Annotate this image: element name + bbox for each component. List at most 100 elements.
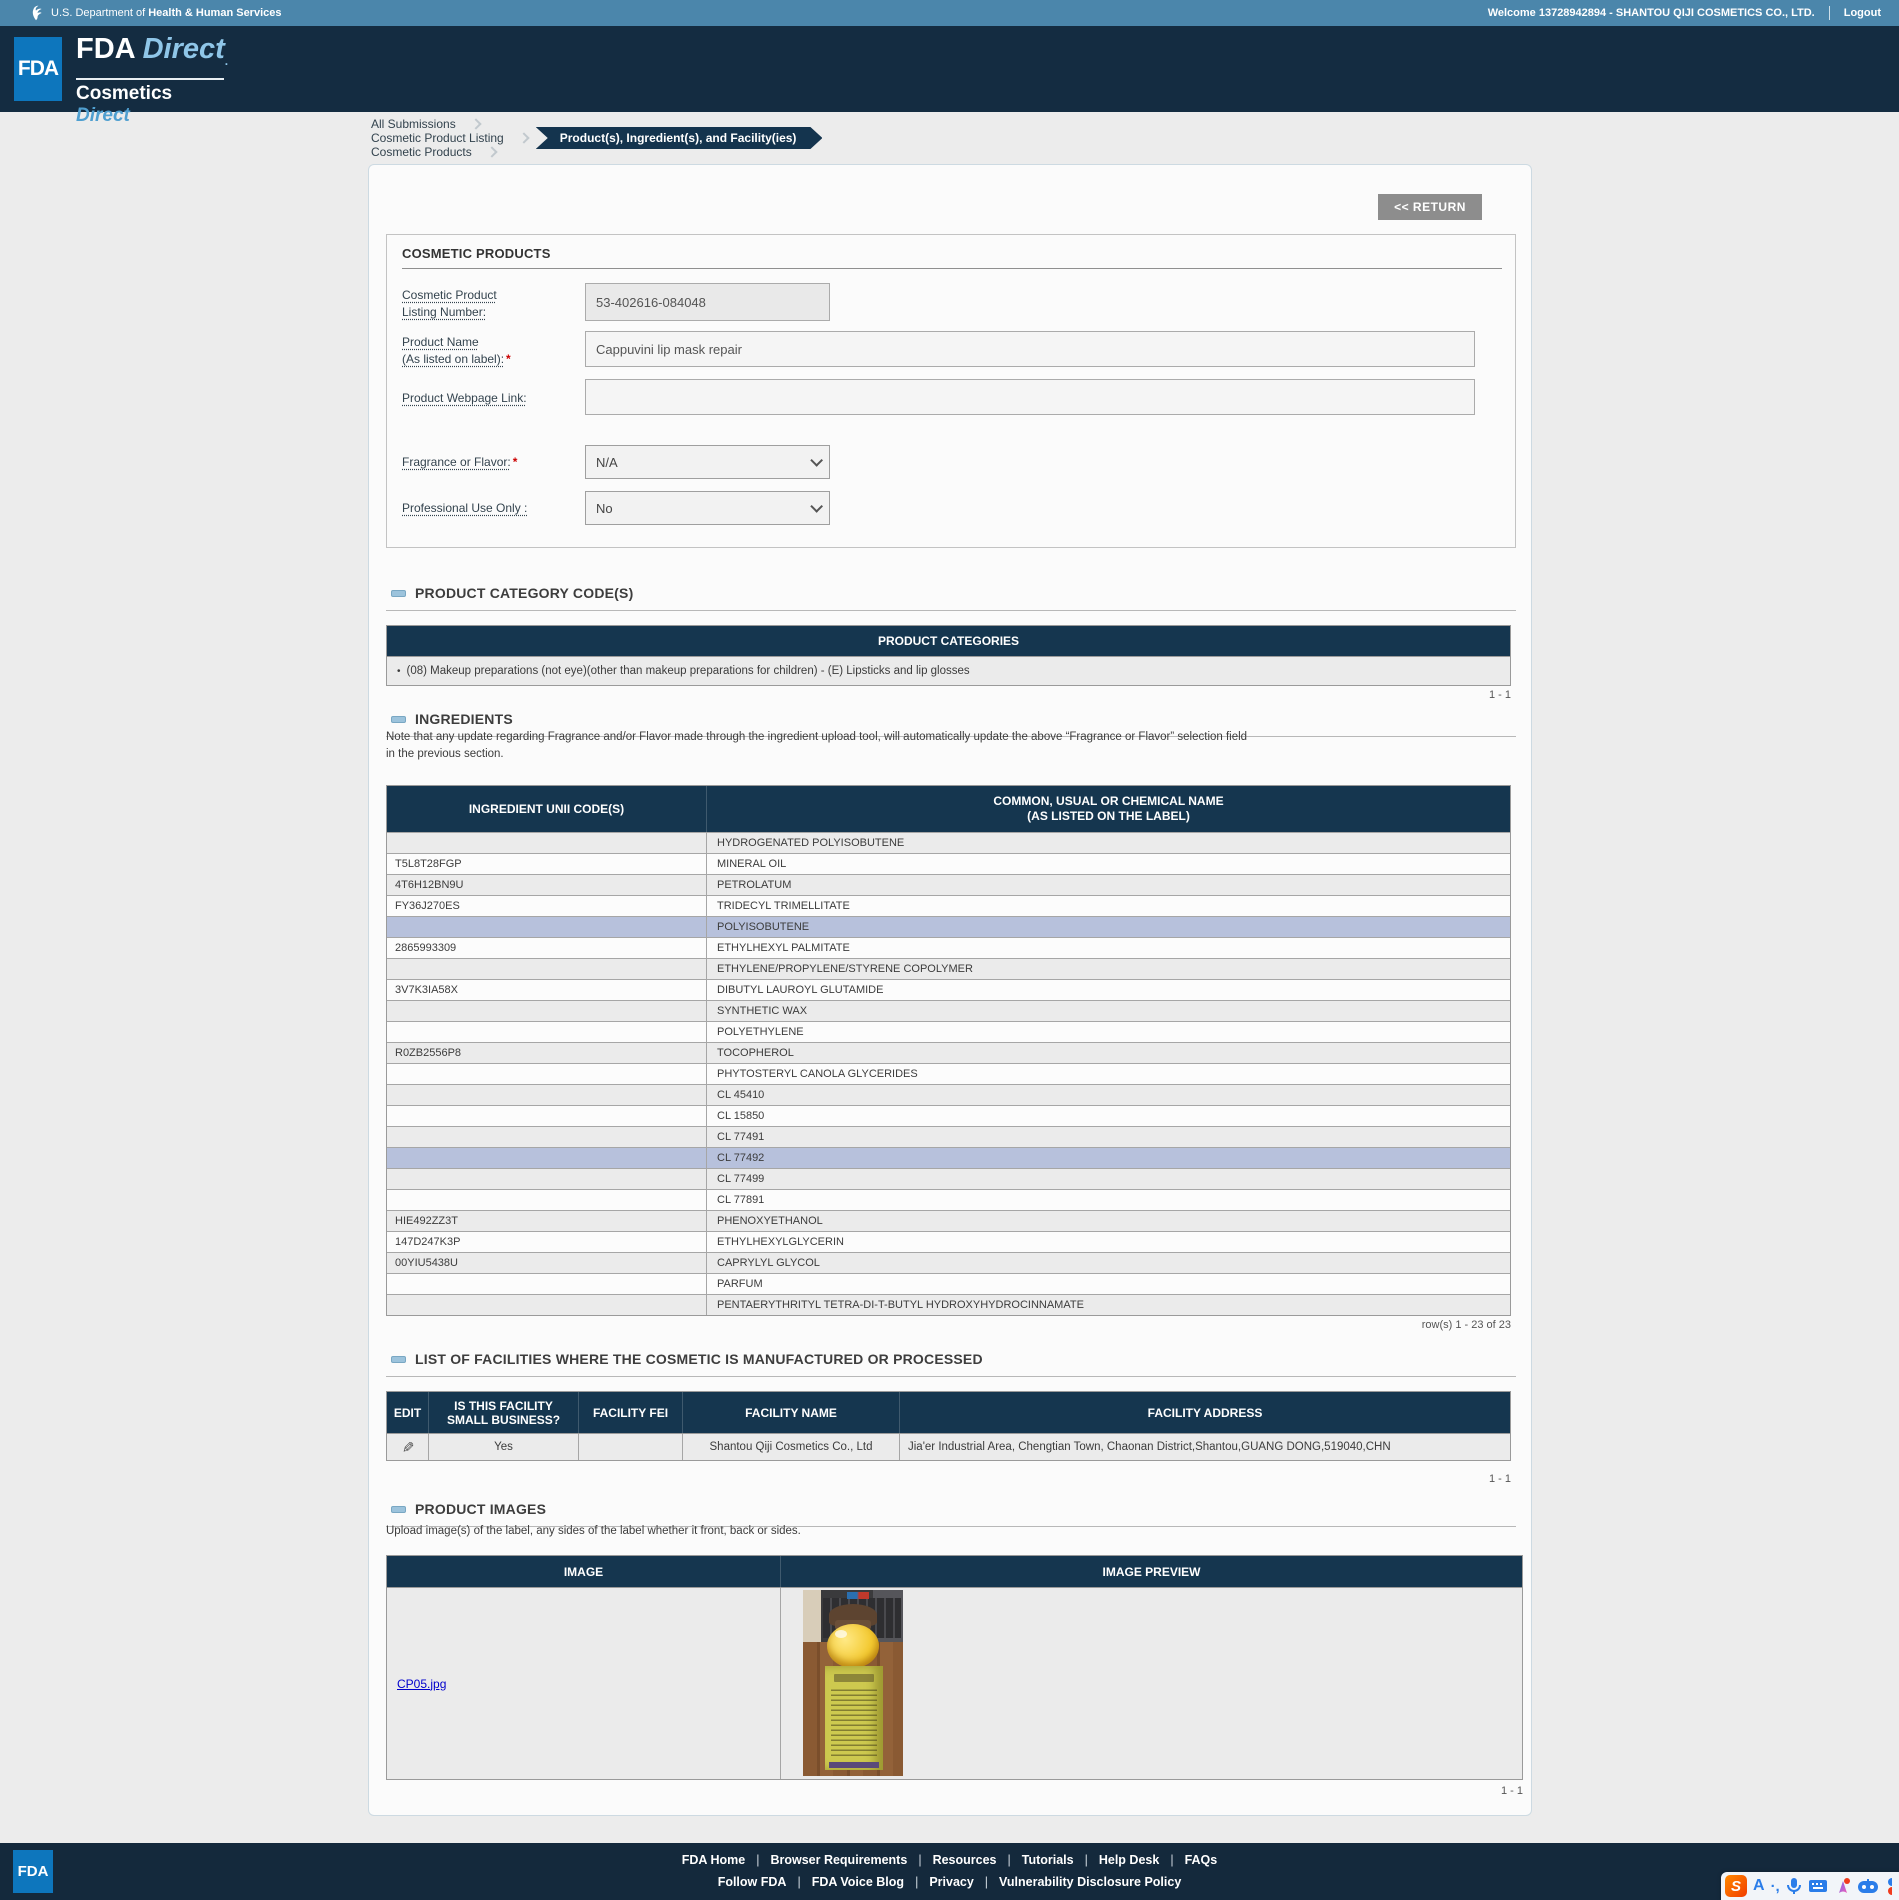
sogou-logo-icon[interactable]: S [1725, 1875, 1747, 1897]
ingredient-row[interactable]: PENTAERYTHRITYL TETRA-DI-T-BUTYL HYDROXY… [387, 1294, 1510, 1315]
facility-row: ✎ Yes Shantou Qiji Cosmetics Co., Ltd Ji… [387, 1433, 1510, 1460]
ingredient-row[interactable]: 147D247K3P ETHYLHEXYLGLYCERIN [387, 1231, 1510, 1252]
collapse-minus-icon[interactable] [391, 716, 406, 723]
ingredient-name: TOCOPHEROL [707, 1043, 1510, 1063]
column-header-facility-address: FACILITY ADDRESS [900, 1392, 1510, 1433]
ingredients-rows: HYDROGENATED POLYISOBUTENE T5L8T28FGP MI… [387, 832, 1510, 1315]
ingredient-row[interactable]: HYDROGENATED POLYISOBUTENE [387, 832, 1510, 853]
more-tools-icon[interactable] [1884, 1877, 1892, 1895]
game-controller-icon[interactable] [1858, 1879, 1878, 1894]
logout-button[interactable]: Logout [1844, 7, 1881, 19]
ingredient-name: ETHYLENE/PROPYLENE/STYRENE COPOLYMER [707, 959, 1510, 979]
hhs-eagle-icon [28, 5, 44, 21]
ingredient-row[interactable]: 4T6H12BN9U PETROLATUM [387, 874, 1510, 895]
ingredient-unii-code [387, 1148, 707, 1168]
ingredient-unii-code [387, 833, 707, 853]
footer-link[interactable]: Vulnerability Disclosure Policy [999, 1875, 1181, 1889]
edit-pencil-icon[interactable]: ✎ [398, 1441, 416, 1454]
product-photo [803, 1590, 903, 1776]
footer-link[interactable]: Tutorials [1022, 1853, 1099, 1867]
footer-link[interactable]: Follow FDA [718, 1875, 812, 1889]
ingredient-unii-code [387, 1022, 707, 1042]
footer-link[interactable]: Privacy [929, 1875, 999, 1889]
section-product-category: PRODUCT CATEGORY CODE(S) [386, 585, 1516, 611]
pagination: 1 - 1 [386, 689, 1511, 701]
chevron-down-icon [810, 500, 823, 513]
app-brand: FDA Direct. Cosmetics Direct [76, 34, 228, 127]
ingredient-row[interactable]: PARFUM [387, 1273, 1510, 1294]
ingredient-unii-code [387, 1064, 707, 1084]
brand-subtitle: Cosmetics [76, 83, 172, 104]
input-mode-icon[interactable]: A [1753, 1877, 1765, 1895]
ingredient-unii-code [387, 1169, 707, 1189]
webpage-link-label: Product Webpage Link: [402, 390, 577, 407]
ingredient-row[interactable]: 3V7K3IA58X DIBUTYL LAUROYL GLUTAMIDE [387, 979, 1510, 1000]
footer-link[interactable]: Browser Requirements [770, 1853, 932, 1867]
ingredient-row[interactable]: CL 45410 [387, 1084, 1510, 1105]
ingredient-unii-code [387, 1295, 707, 1315]
ingredient-row[interactable]: 00YIU5438U CAPRYLYL GLYCOL [387, 1252, 1510, 1273]
ingredient-row[interactable]: R0ZB2556P8 TOCOPHEROL [387, 1042, 1510, 1063]
punctuation-icon[interactable]: ·, [1771, 1878, 1780, 1895]
ingredient-name: PENTAERYTHRITYL TETRA-DI-T-BUTYL HYDROXY… [707, 1295, 1510, 1315]
ingredient-unii-code: HIE492ZZ3T [387, 1211, 707, 1231]
breadcrumb-item[interactable]: Cosmetic Product Listing [371, 131, 504, 145]
return-button[interactable]: << RETURN [1378, 194, 1482, 220]
listing-number-input[interactable] [585, 283, 830, 321]
ingredient-row[interactable]: CL 77891 [387, 1189, 1510, 1210]
ingredient-name: ETHYLHEXYL PALMITATE [707, 938, 1510, 958]
ingredient-row[interactable]: T5L8T28FGP MINERAL OIL [387, 853, 1510, 874]
ingredient-row[interactable]: CL 15850 [387, 1105, 1510, 1126]
ingredient-row[interactable]: HIE492ZZ3T PHENOXYETHANOL [387, 1210, 1510, 1231]
ingredient-name: PHENOXYETHANOL [707, 1211, 1510, 1231]
ingredient-name: CL 15850 [707, 1106, 1510, 1126]
ingredient-row[interactable]: CL 77492 [387, 1147, 1510, 1168]
fragrance-select[interactable]: N/A [585, 445, 830, 479]
ingredient-unii-code [387, 1106, 707, 1126]
ingredient-unii-code: R0ZB2556P8 [387, 1043, 707, 1063]
collapse-minus-icon[interactable] [391, 1356, 406, 1363]
ingredient-row[interactable]: PHYTOSTERYL CANOLA GLYCERIDES [387, 1063, 1510, 1084]
brand-title: FDA [76, 33, 135, 65]
ingredient-row[interactable]: FY36J270ES TRIDECYL TRIMELLITATE [387, 895, 1510, 916]
keyboard-icon[interactable] [1808, 1878, 1828, 1894]
ingredient-row[interactable]: SYNTHETIC WAX [387, 1000, 1510, 1021]
column-header-fei: FACILITY FEI [579, 1392, 683, 1433]
skin-palette-icon[interactable] [1834, 1877, 1852, 1895]
form-title: COSMETIC PRODUCTS [402, 246, 551, 261]
ingredient-row[interactable]: CL 77491 [387, 1126, 1510, 1147]
ingredient-row[interactable]: ETHYLENE/PROPYLENE/STYRENE COPOLYMER [387, 958, 1510, 979]
product-name-input[interactable] [585, 331, 1475, 367]
facilities-table: EDIT IS THIS FACILITY SMALL BUSINESS? FA… [386, 1391, 1511, 1461]
ingredient-name: CL 45410 [707, 1085, 1510, 1105]
footer-link[interactable]: FDA Home [682, 1853, 771, 1867]
microphone-icon[interactable] [1786, 1877, 1802, 1895]
cosmetic-products-form: COSMETIC PRODUCTS Cosmetic Product Listi… [386, 234, 1516, 548]
ingredient-name: ETHYLHEXYLGLYCERIN [707, 1232, 1510, 1252]
column-header-image-preview: IMAGE PREVIEW [781, 1556, 1522, 1587]
ingredient-name: SYNTHETIC WAX [707, 1001, 1510, 1021]
footer-link[interactable]: Help Desk [1099, 1853, 1185, 1867]
pagination: 1 - 1 [386, 1473, 1511, 1485]
ingredient-row[interactable]: POLYISOBUTENE [387, 916, 1510, 937]
footer-link[interactable]: Resources [933, 1853, 1022, 1867]
footer-link[interactable]: FDA Voice Blog [812, 1875, 930, 1889]
webpage-link-input[interactable] [585, 379, 1475, 415]
chevron-right-icon [486, 146, 497, 157]
image-file-link[interactable]: CP05.jpg [397, 1677, 446, 1691]
ingredient-row[interactable]: POLYETHYLENE [387, 1021, 1510, 1042]
divider [402, 268, 1502, 269]
footer-link[interactable]: FAQs [1185, 1853, 1218, 1867]
column-header-name: COMMON, USUAL OR CHEMICAL NAME (AS LISTE… [707, 786, 1510, 832]
ingredient-row[interactable]: CL 77499 [387, 1168, 1510, 1189]
professional-use-select[interactable]: No [585, 491, 830, 525]
breadcrumb-item[interactable]: Cosmetic Products [371, 145, 472, 159]
footer-links-row1: FDA HomeBrowser RequirementsResourcesTut… [0, 1853, 1899, 1867]
facility-fei [579, 1434, 683, 1460]
collapse-minus-icon[interactable] [391, 590, 406, 597]
ingredient-row[interactable]: 2865993309 ETHYLHEXYL PALMITATE [387, 937, 1510, 958]
ingredient-name: CL 77492 [707, 1148, 1510, 1168]
column-header-small-business: IS THIS FACILITY SMALL BUSINESS? [429, 1392, 579, 1433]
breadcrumb-item[interactable]: All Submissions [371, 117, 456, 131]
collapse-minus-icon[interactable] [391, 1506, 406, 1513]
